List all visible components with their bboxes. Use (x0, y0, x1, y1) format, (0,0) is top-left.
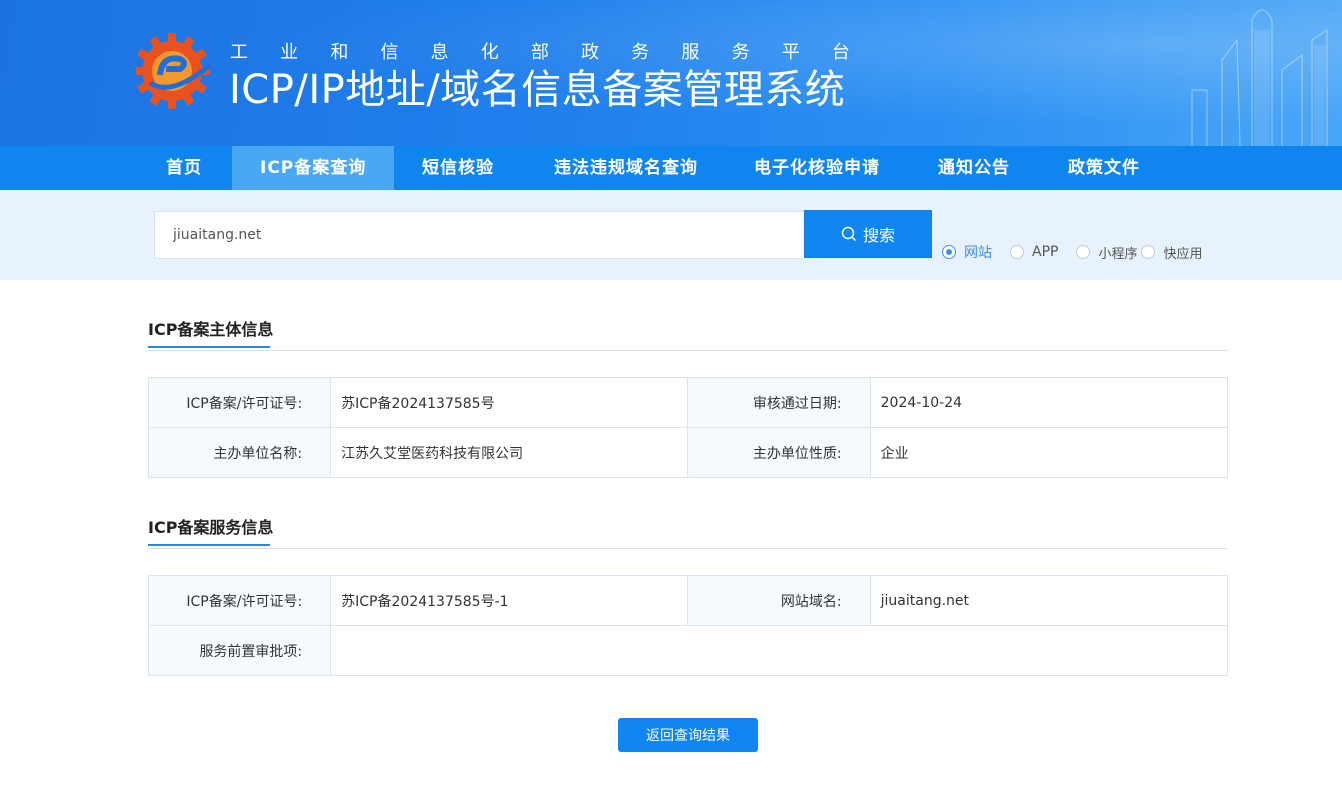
section-divider (148, 350, 1228, 351)
subtitle-char: 息 (430, 42, 449, 63)
radio-dot (942, 245, 956, 259)
search-button-label: 搜索 (862, 226, 895, 245)
org-name-key: 主办单位名称: (147, 427, 332, 478)
subtitle-char: 部 (530, 42, 549, 63)
system-title: ICP/IP地址/域名信息备案管理系统 (229, 67, 846, 113)
subtitle-char: 务 (631, 42, 650, 63)
subtitle-char: 务 (731, 42, 750, 63)
radio-dot (1076, 245, 1091, 259)
subtitle-char: 平 (781, 42, 800, 63)
org-name-value: 江苏久艾堂医药科技有限公司 (330, 427, 689, 478)
org-type-key: 主办单位性质: (687, 427, 871, 478)
subtitle-char: 台 (831, 42, 850, 63)
search-type-group: 网站 APP 小程序 快应用 (942, 242, 1213, 262)
radio-dot (1141, 245, 1156, 259)
nav-electronic-verify-apply[interactable]: 电子化核验申请 (724, 146, 910, 190)
section-divider (148, 548, 1228, 549)
approve-date-key: 审核通过日期: (687, 377, 871, 428)
subtitle-char: 和 (330, 42, 349, 63)
subject-info-title-text: ICP备案主体信息 (148, 320, 274, 339)
domain-key: 网站域名: (687, 575, 871, 626)
service-license-key: ICP备案/许可证号: (147, 575, 332, 626)
miit-gear-logo (136, 33, 212, 109)
radio-mini-program[interactable]: 小程序 (1076, 243, 1137, 262)
domain-value: jiuaitang.net (869, 575, 1229, 626)
subtitle-char: 化 (480, 42, 499, 63)
subtitle-char: 服 (681, 42, 700, 63)
table-row: 主办单位名称: 江苏久艾堂医药科技有限公司 主办单位性质: 企业 (147, 427, 1229, 478)
radio-label: APP (1032, 244, 1059, 260)
search-icon (841, 226, 857, 242)
approve-date-value: 2024-10-24 (869, 377, 1229, 428)
nav-sms-verify[interactable]: 短信核验 (394, 146, 524, 190)
city-skyline-decoration (1191, 9, 1328, 146)
radio-label: 网站 (964, 245, 992, 261)
nav-icp-query[interactable]: ICP备案查询 (232, 146, 394, 190)
back-to-results-button[interactable]: 返回查询结果 (618, 718, 758, 752)
table-row: 服务前置审批项: (147, 625, 1228, 676)
subtitle-char: 业 (280, 42, 299, 63)
radio-label: 小程序 (1098, 246, 1138, 262)
nav-home[interactable]: 首页 (148, 146, 232, 190)
license-key: ICP备案/许可证号: (147, 377, 332, 428)
subject-info-title: ICP备案主体信息 (148, 316, 273, 348)
table-row: ICP备案/许可证号: 苏ICP备2024137585号 审核通过日期: 202… (147, 377, 1229, 428)
title-underline (148, 346, 270, 348)
site-header: 工 业 和 信 息 化 部 政 务 服 务 平 台 ICP/IP地址/域名信息备… (0, 0, 1342, 146)
subtitle-char: 工 (230, 42, 248, 63)
main-nav: 首页 ICP备案查询 短信核验 违法违规域名查询 电子化核验申请 通知公告 政策… (0, 146, 1342, 190)
header-subtitle: 工 业 和 信 息 化 部 政 务 服 务 平 台 (230, 41, 850, 65)
pre-approval-key: 服务前置审批项: (147, 625, 332, 676)
subject-info-table: ICP备案/许可证号: 苏ICP备2024137585号 审核通过日期: 202… (147, 377, 1229, 478)
service-info-table: ICP备案/许可证号: 苏ICP备2024137585号-1 网站域名: jiu… (147, 575, 1229, 676)
subtitle-char: 政 (581, 42, 600, 63)
service-info-title-text: ICP备案服务信息 (148, 518, 274, 537)
service-license-value: 苏ICP备2024137585号-1 (330, 575, 689, 626)
radio-website[interactable]: 网站 (942, 242, 1000, 262)
search-band: 搜索 网站 APP 小程序 快应用 (0, 190, 1342, 280)
service-info-title: ICP备案服务信息 (148, 514, 273, 546)
radio-label: 快应用 (1163, 246, 1203, 262)
radio-app[interactable]: APP (1010, 244, 1066, 260)
title-underline (148, 544, 270, 546)
radio-quick-app[interactable]: 快应用 (1141, 243, 1203, 262)
license-value: 苏ICP备2024137585号 (330, 377, 689, 428)
table-row: ICP备案/许可证号: 苏ICP备2024137585号-1 网站域名: jiu… (147, 575, 1229, 626)
search-input[interactable] (154, 211, 805, 259)
subtitle-char: 信 (380, 42, 399, 63)
nav-notices[interactable]: 通知公告 (910, 146, 1040, 190)
nav-illegal-domain-query[interactable]: 违法违规域名查询 (524, 146, 724, 190)
org-type-value: 企业 (869, 427, 1229, 478)
search-button[interactable]: 搜索 (804, 210, 932, 258)
pre-approval-value (330, 625, 1228, 676)
nav-policy-docs[interactable]: 政策文件 (1040, 146, 1160, 190)
radio-dot (1010, 245, 1024, 259)
